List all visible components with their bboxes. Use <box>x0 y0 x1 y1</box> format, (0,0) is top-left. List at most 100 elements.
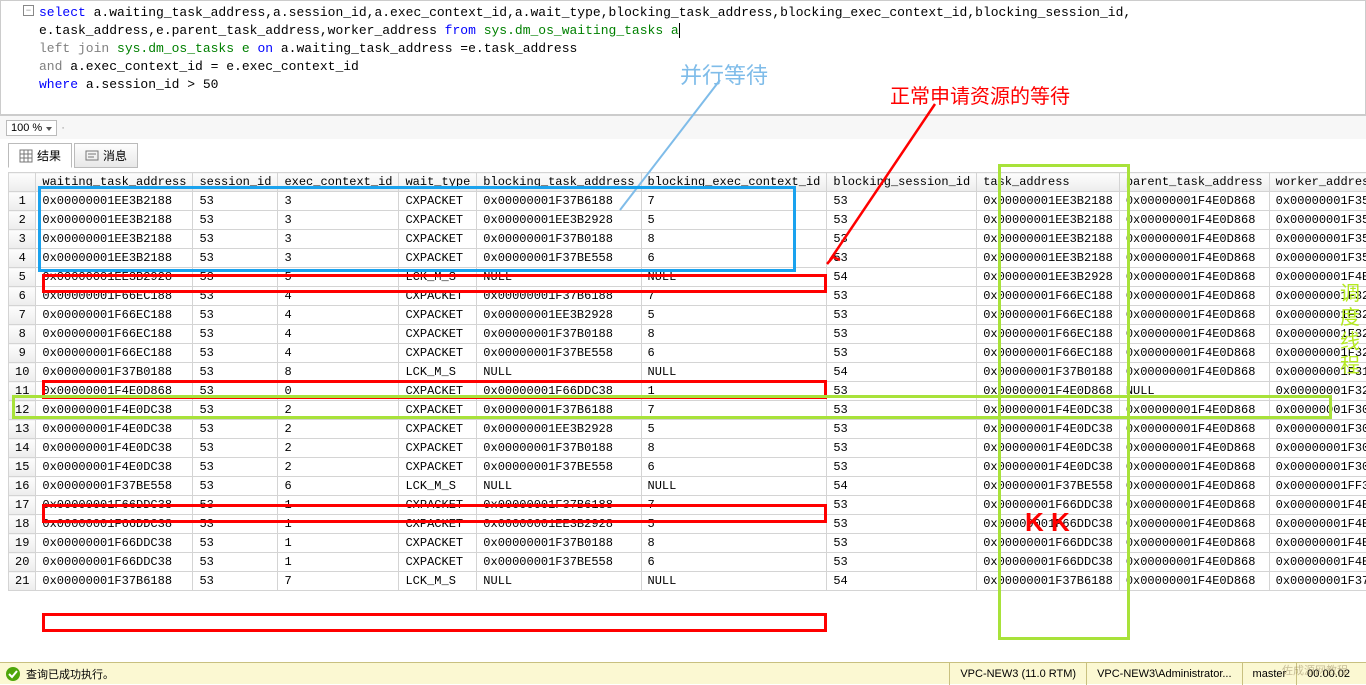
cell[interactable]: NULL <box>477 268 641 287</box>
cell[interactable]: 0x00000001F66DDC38 <box>36 496 193 515</box>
row-number[interactable]: 19 <box>9 534 36 553</box>
cell[interactable]: 0x00000001F35F4160 <box>1269 230 1366 249</box>
cell[interactable]: 3 <box>278 192 399 211</box>
cell[interactable]: LCK_M_S <box>399 268 477 287</box>
cell[interactable]: CXPACKET <box>399 534 477 553</box>
cell[interactable]: 0x00000001F4E68160 <box>1269 268 1366 287</box>
cell[interactable]: 7 <box>641 287 827 306</box>
column-header-blocking_exec_context_id[interactable]: blocking_exec_context_id <box>641 173 827 192</box>
cell[interactable]: 0x00000001F4E0D868 <box>1119 230 1269 249</box>
cell[interactable]: 53 <box>193 515 278 534</box>
cell[interactable]: 54 <box>827 477 977 496</box>
cell[interactable]: 8 <box>641 325 827 344</box>
cell[interactable]: 0x00000001F66DDC38 <box>477 382 641 401</box>
cell[interactable]: 0x00000001F37B0188 <box>477 325 641 344</box>
row-number[interactable]: 3 <box>9 230 36 249</box>
cell[interactable]: 0x00000001EE3B2188 <box>36 249 193 268</box>
cell[interactable]: 0x00000001F37B0188 <box>477 534 641 553</box>
cell[interactable]: 53 <box>827 420 977 439</box>
cell[interactable]: 0x00000001F66EC188 <box>36 344 193 363</box>
cell[interactable]: 6 <box>641 553 827 572</box>
cell[interactable]: 0x00000001F4EEA160 <box>1269 553 1366 572</box>
cell[interactable]: 0x00000001EE3B2188 <box>977 211 1120 230</box>
cell[interactable]: CXPACKET <box>399 439 477 458</box>
cell[interactable]: 53 <box>193 268 278 287</box>
cell[interactable]: CXPACKET <box>399 306 477 325</box>
results-grid[interactable]: waiting_task_addresssession_idexec_conte… <box>8 172 1366 591</box>
cell[interactable]: 0x00000001F37B6188 <box>36 572 193 591</box>
cell[interactable]: CXPACKET <box>399 230 477 249</box>
row-number[interactable]: 5 <box>9 268 36 287</box>
cell[interactable]: 53 <box>193 401 278 420</box>
cell[interactable]: 54 <box>827 268 977 287</box>
row-number[interactable]: 9 <box>9 344 36 363</box>
cell[interactable]: 0x00000001F37B6188 <box>477 401 641 420</box>
messages-tab[interactable]: 消息 <box>74 143 138 168</box>
table-row[interactable]: 170x00000001F66DDC38531CXPACKET0x0000000… <box>9 496 1366 515</box>
cell[interactable]: 6 <box>278 477 399 496</box>
cell[interactable]: 0x00000001F37BE558 <box>477 458 641 477</box>
table-row[interactable]: 180x00000001F66DDC38531CXPACKET0x0000000… <box>9 515 1366 534</box>
cell[interactable]: 0x00000001F4E0D868 <box>1119 572 1269 591</box>
rownum-header[interactable] <box>9 173 36 192</box>
cell[interactable]: 53 <box>193 306 278 325</box>
table-row[interactable]: 60x00000001F66EC188534CXPACKET0x00000001… <box>9 287 1366 306</box>
cell[interactable]: 2 <box>278 458 399 477</box>
cell[interactable]: 0x00000001F4E0DC38 <box>36 420 193 439</box>
cell[interactable]: 53 <box>827 192 977 211</box>
cell[interactable]: 0x00000001F37BE558 <box>477 344 641 363</box>
table-row[interactable]: 120x00000001F4E0DC38532CXPACKET0x0000000… <box>9 401 1366 420</box>
cell[interactable]: 53 <box>827 401 977 420</box>
table-row[interactable]: 200x00000001F66DDC38531CXPACKET0x0000000… <box>9 553 1366 572</box>
table-row[interactable]: 50x00000001EE3B2928535LCK_M_SNULLNULL540… <box>9 268 1366 287</box>
cell[interactable]: 0x00000001F4E0D868 <box>36 382 193 401</box>
cell[interactable]: 4 <box>278 306 399 325</box>
cell[interactable]: 53 <box>193 192 278 211</box>
cell[interactable]: LCK_M_S <box>399 363 477 382</box>
cell[interactable]: 0x00000001F35F4160 <box>1269 211 1366 230</box>
cell[interactable]: 0x00000001F66EC188 <box>36 287 193 306</box>
cell[interactable]: CXPACKET <box>399 344 477 363</box>
row-number[interactable]: 15 <box>9 458 36 477</box>
cell[interactable]: 0x00000001F4EEA160 <box>1269 496 1366 515</box>
cell[interactable]: 0x00000001F66DDC38 <box>36 515 193 534</box>
cell[interactable]: 0x00000001F66EC188 <box>977 344 1120 363</box>
row-number[interactable]: 7 <box>9 306 36 325</box>
cell[interactable]: 0x00000001EE3B2928 <box>477 306 641 325</box>
cell[interactable]: 0x00000001F37B0188 <box>477 230 641 249</box>
cell[interactable]: 53 <box>193 325 278 344</box>
cell[interactable]: CXPACKET <box>399 458 477 477</box>
table-row[interactable]: 90x00000001F66EC188534CXPACKET0x00000001… <box>9 344 1366 363</box>
cell[interactable]: 53 <box>193 211 278 230</box>
cell[interactable]: 0x00000001F4E0D868 <box>1119 439 1269 458</box>
cell[interactable]: NULL <box>477 572 641 591</box>
cell[interactable]: LCK_M_S <box>399 572 477 591</box>
cell[interactable]: 0x00000001F4E0D868 <box>1119 401 1269 420</box>
cell[interactable]: 0x00000001EE3B2188 <box>977 192 1120 211</box>
cell[interactable]: NULL <box>477 477 641 496</box>
cell[interactable]: 53 <box>827 534 977 553</box>
cell[interactable]: 1 <box>278 496 399 515</box>
row-number[interactable]: 10 <box>9 363 36 382</box>
cell[interactable]: 0x00000001F4E0D868 <box>1119 458 1269 477</box>
cell[interactable]: 0x00000001F37B0188 <box>36 363 193 382</box>
cell[interactable]: 8 <box>278 363 399 382</box>
cell[interactable]: 53 <box>827 306 977 325</box>
cell[interactable]: 0x00000001F66EC188 <box>977 287 1120 306</box>
cell[interactable]: 0x00000001F37B6188 <box>477 287 641 306</box>
cell[interactable]: 0x00000001F66EC188 <box>36 306 193 325</box>
cell[interactable]: 0x00000001F4E0DC38 <box>36 458 193 477</box>
cell[interactable]: 54 <box>827 572 977 591</box>
cell[interactable]: 0x00000001F4E0D868 <box>1119 344 1269 363</box>
row-number[interactable]: 21 <box>9 572 36 591</box>
cell[interactable]: 53 <box>193 496 278 515</box>
cell[interactable]: 53 <box>193 534 278 553</box>
cell[interactable]: 53 <box>827 553 977 572</box>
cell[interactable]: 5 <box>641 420 827 439</box>
cell[interactable]: 7 <box>641 496 827 515</box>
cell[interactable]: CXPACKET <box>399 211 477 230</box>
cell[interactable]: 0x00000001EE3B2188 <box>977 230 1120 249</box>
cell[interactable]: 0x00000001F4E0D868 <box>1119 477 1269 496</box>
row-number[interactable]: 12 <box>9 401 36 420</box>
cell[interactable]: 0x00000001EE3B2188 <box>36 192 193 211</box>
